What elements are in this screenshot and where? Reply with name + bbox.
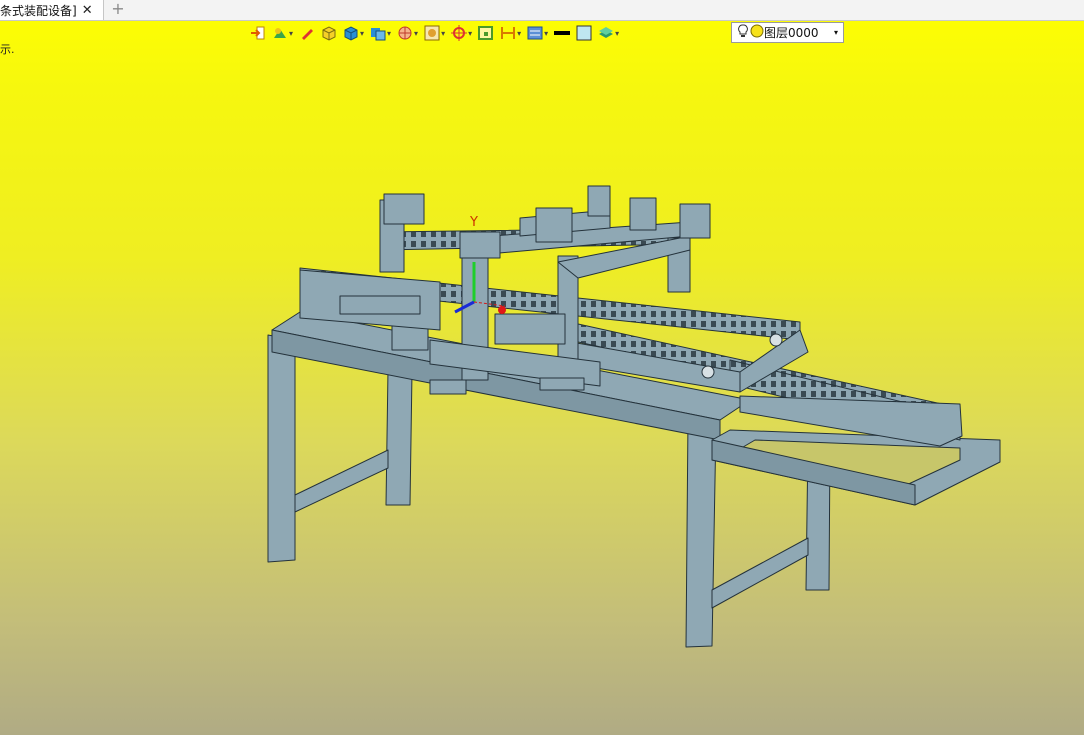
view-cube-button[interactable]: ▾ [370, 22, 391, 44]
layers-icon [598, 25, 614, 41]
render-button[interactable]: ▾ [424, 22, 445, 44]
frame-leg [267, 334, 296, 563]
dimension-button[interactable]: ▾ [500, 22, 521, 44]
dimension-icon [500, 25, 516, 41]
cube-icon [343, 25, 359, 41]
view-cube-icon [370, 25, 386, 41]
layer-name: 图层0000 [764, 26, 819, 40]
fixture [494, 313, 566, 345]
layers-button[interactable]: ▾ [598, 22, 619, 44]
pen-button[interactable] [299, 22, 315, 44]
import-button[interactable] [250, 22, 266, 44]
filter-button[interactable]: ▾ [527, 22, 548, 44]
main-toolbar: ▾ ▾ ▾ ▾ ▾ ▾ ▾ ▾ ▾ [250, 22, 625, 44]
solid-box-icon [321, 25, 337, 41]
sprocket-idler [701, 365, 715, 379]
solid-box-button[interactable] [321, 22, 337, 44]
frame-crossbar [711, 537, 809, 609]
line-color-icon [554, 25, 571, 41]
snap-target-icon [451, 25, 468, 41]
motor [383, 193, 425, 225]
cylinder [339, 295, 421, 315]
motor [535, 207, 573, 243]
chevron-down-icon[interactable]: ▾ [834, 28, 838, 37]
shade-button[interactable]: ▾ [272, 22, 293, 44]
snap-target-button[interactable]: ▾ [451, 22, 472, 44]
fill-color-icon [576, 25, 592, 41]
motor [587, 185, 611, 217]
render-icon [424, 25, 440, 41]
motor [629, 197, 657, 231]
line-color-button[interactable] [554, 22, 571, 44]
frame-crossbar [294, 449, 389, 513]
layer-selector[interactable]: 图层0000 ▾ [731, 22, 844, 43]
fixture-base [429, 379, 467, 395]
axis-y-label: Y [469, 215, 478, 230]
frame-leg [385, 369, 413, 506]
shade-icon [272, 25, 288, 41]
motor [679, 203, 711, 239]
import-icon [250, 25, 266, 41]
sphere-grid-icon [397, 25, 413, 41]
lightbulb-icon[interactable] [738, 24, 748, 41]
motor [459, 231, 501, 259]
sprocket-idler [769, 333, 783, 347]
select-box-button[interactable] [478, 22, 494, 44]
sphere-grid-button[interactable]: ▾ [397, 22, 418, 44]
fixture-base [539, 377, 585, 391]
layer-color-icon[interactable] [750, 24, 764, 41]
pen-icon [299, 25, 315, 41]
fill-color-button[interactable] [576, 22, 592, 44]
filter-icon [527, 25, 543, 41]
cube-button[interactable]: ▾ [343, 22, 364, 44]
3d-viewport[interactable]: Y [0, 0, 1084, 735]
select-box-icon [478, 25, 494, 41]
